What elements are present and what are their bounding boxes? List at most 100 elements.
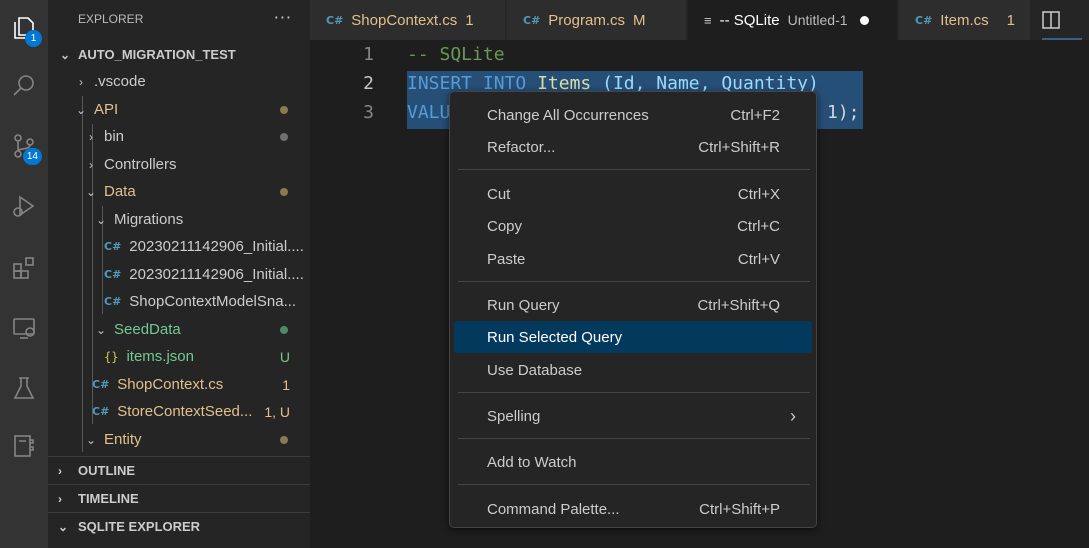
remote-explorer-icon — [13, 318, 35, 339]
chevron-down-icon: ⌄ — [58, 519, 69, 534]
tree-item-label: bin — [104, 128, 125, 145]
tree-item-migration-file[interactable]: C# 20230211142906_Initial.... — [48, 233, 310, 260]
testing-activity-button[interactable] — [0, 364, 48, 412]
remote-explorer-activity-button[interactable] — [0, 304, 48, 352]
notebook-activity-button[interactable] — [0, 422, 48, 470]
workspace-root-label: AUTO_MIGRATION_TEST — [78, 47, 236, 62]
git-status-badge: 1, U — [264, 403, 290, 420]
menu-item-copy[interactable]: Copy Ctrl+C — [454, 210, 812, 242]
tree-item-migration-file[interactable]: C# 20230211142906_Initial.... — [48, 261, 310, 288]
tree-item-bin[interactable]: › bin — [48, 123, 310, 150]
menu-item-shortcut: Ctrl+Shift+Q — [697, 296, 780, 314]
menu-item-run-selected-query[interactable]: Run Selected Query — [454, 321, 812, 353]
tab-status: 1 — [1006, 11, 1015, 29]
code-line-values: VALU — [407, 102, 451, 123]
tree-item-entity[interactable]: ⌄ Entity — [48, 426, 310, 453]
tab-item[interactable]: C# Item.cs 1 — [899, 0, 1031, 40]
menu-item-cut[interactable]: Cut Ctrl+X — [454, 178, 812, 210]
editor-context-menu: Change All Occurrences Ctrl+F2 Refactor.… — [449, 91, 817, 528]
chevron-down-icon: ⌄ — [95, 322, 107, 337]
tree-item-data[interactable]: ⌄ Data — [48, 178, 310, 205]
beaker-icon — [13, 377, 35, 399]
chevron-down-icon: ⌄ — [95, 212, 107, 227]
csharp-file-icon: C# — [104, 268, 122, 281]
tree-item-label: API — [94, 101, 119, 118]
menu-item-use-database[interactable]: Use Database — [454, 354, 812, 386]
chevron-down-icon: ⌄ — [75, 102, 87, 117]
line-number: 1 — [363, 44, 374, 65]
csharp-file-icon: C# — [104, 240, 122, 253]
notebook-icon — [14, 435, 34, 457]
tree-item-seeddata[interactable]: ⌄ SeedData — [48, 316, 310, 343]
menu-item-shortcut: Ctrl+V — [737, 250, 780, 268]
tree-item-model-snapshot[interactable]: C# ShopContextModelSna... — [48, 288, 310, 315]
tree-item-items-json[interactable]: {} items.json U — [48, 343, 310, 370]
menu-item-label: Cut — [487, 185, 511, 203]
workspace-root[interactable]: ⌄ AUTO_MIGRATION_TEST — [48, 41, 310, 68]
tree-item-label: items.json — [126, 348, 194, 365]
tab-status: 1 — [465, 11, 474, 29]
menu-item-shortcut: Ctrl+C — [737, 217, 780, 235]
menu-item-label: Use Database — [487, 361, 583, 379]
tree-item-label: .vscode — [94, 73, 146, 90]
tab-label: -- SQLite — [719, 11, 780, 29]
menu-item-run-query[interactable]: Run Query Ctrl+Shift+Q — [454, 289, 812, 321]
modified-dot — [280, 187, 288, 196]
menu-separator — [458, 392, 810, 393]
extensions-activity-button[interactable] — [0, 244, 48, 292]
tab-program[interactable]: C# Program.cs M — [507, 0, 687, 40]
split-editor-button[interactable] — [1040, 9, 1062, 31]
menu-item-shortcut: Ctrl+X — [737, 185, 780, 203]
menu-item-spelling[interactable]: Spelling › — [454, 400, 812, 432]
tab-shopcontext[interactable]: C# ShopContext.cs 1 — [310, 0, 506, 40]
menu-item-add-to-watch[interactable]: Add to Watch — [454, 446, 812, 478]
menu-item-change-all-occurrences[interactable]: Change All Occurrences Ctrl+F2 — [454, 99, 812, 131]
chevron-right-icon: › — [89, 129, 93, 144]
tree-item-api[interactable]: ⌄ API — [48, 96, 310, 123]
untracked-dot — [280, 325, 288, 334]
source-control-badge: 14 — [22, 148, 42, 165]
chevron-down-icon: ⌄ — [85, 184, 97, 199]
tree-item-label: Migrations — [114, 211, 184, 228]
vscode-window: 1 14 EXPLORER ··· ⌄ AUTO_MIGRATION_TEST … — [0, 0, 1089, 548]
tree-item-vscode[interactable]: › .vscode — [48, 68, 310, 95]
menu-item-label: Refactor... — [487, 138, 556, 156]
tree-item-migrations[interactable]: ⌄ Migrations — [48, 206, 310, 233]
section-label: SQLITE EXPLORER — [78, 519, 201, 534]
tree-item-storecontextseed[interactable]: C# StoreContextSeed... 1, U — [48, 398, 310, 425]
unsaved-dot[interactable] — [859, 15, 869, 25]
search-icon — [13, 75, 34, 96]
menu-item-paste[interactable]: Paste Ctrl+V — [454, 243, 812, 275]
search-activity-button[interactable] — [0, 62, 48, 110]
more-actions-icon[interactable]: ··· — [274, 8, 292, 27]
menu-item-label: Copy — [487, 217, 523, 235]
outline-section-header[interactable]: › OUTLINE — [48, 456, 310, 484]
timeline-section-header[interactable]: › TIMELINE — [48, 484, 310, 512]
menu-separator — [458, 281, 810, 282]
run-debug-activity-button[interactable] — [0, 182, 48, 230]
source-control-activity-button[interactable]: 14 — [0, 122, 48, 170]
tab-label: ShopContext.cs — [351, 11, 458, 29]
tree-item-label: 20230211142906_Initial.... — [129, 266, 304, 283]
section-label: TIMELINE — [78, 491, 139, 506]
menu-item-command-palette[interactable]: Command Palette... Ctrl+Shift+P — [454, 493, 812, 525]
chevron-right-icon: › — [89, 157, 93, 172]
tree-item-controllers[interactable]: › Controllers — [48, 151, 310, 178]
tree-item-shopcontext[interactable]: C# ShopContext.cs 1 — [48, 371, 310, 398]
explorer-sidebar: EXPLORER ··· ⌄ AUTO_MIGRATION_TEST › .vs… — [48, 0, 310, 548]
csharp-file-icon: C# — [523, 13, 541, 27]
menu-item-refactor[interactable]: Refactor... Ctrl+Shift+R — [454, 131, 812, 163]
explorer-badge: 1 — [25, 30, 42, 47]
explorer-activity-button[interactable]: 1 — [0, 4, 48, 52]
chevron-right-icon: › — [79, 74, 83, 89]
git-status-badge: U — [279, 348, 290, 365]
tree-item-label: Controllers — [104, 156, 177, 173]
menu-item-label: Spelling — [487, 407, 541, 425]
chevron-right-icon: › — [790, 405, 796, 426]
tab-label: Item.cs — [940, 11, 989, 29]
sqlite-explorer-section-header[interactable]: ⌄ SQLITE EXPLORER — [48, 512, 310, 540]
tab-sqlite-untitled[interactable]: ≡ -- SQLite Untitled-1 — [688, 0, 898, 40]
tree-item-label: ShopContextModelSna... — [129, 293, 297, 310]
menu-item-shortcut: Ctrl+Shift+R — [698, 138, 780, 156]
ignored-dot — [280, 132, 288, 141]
